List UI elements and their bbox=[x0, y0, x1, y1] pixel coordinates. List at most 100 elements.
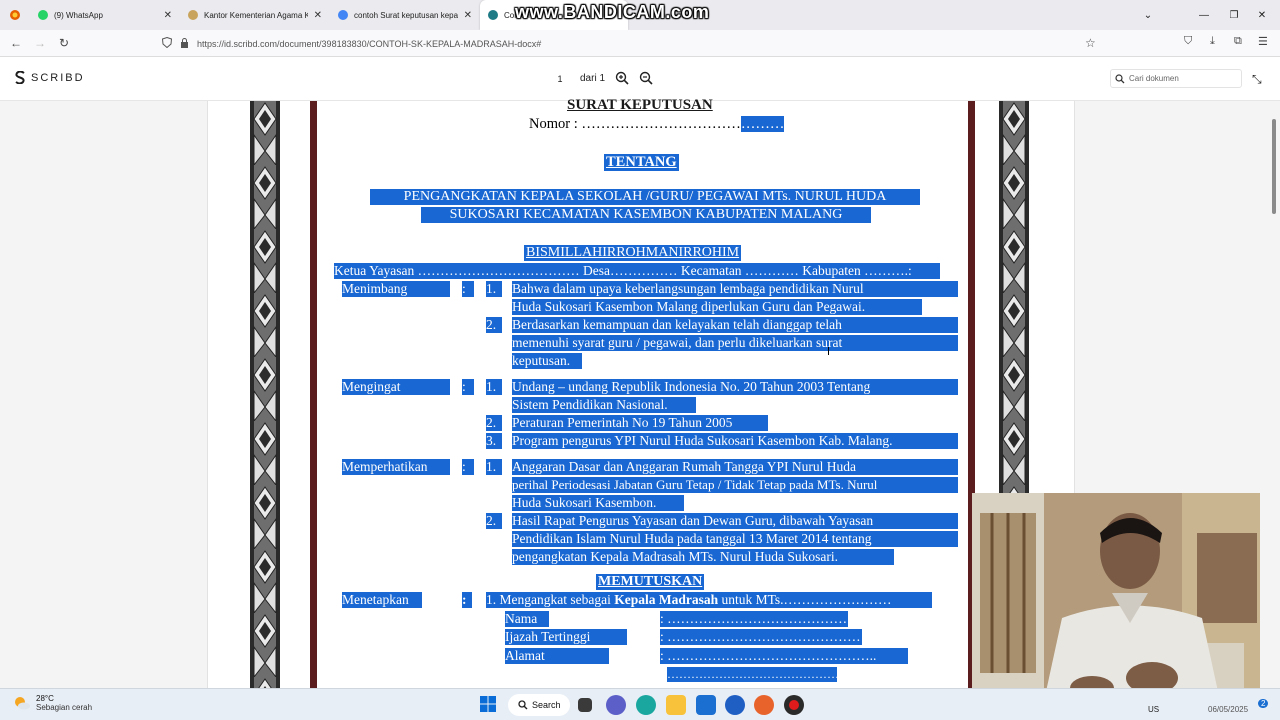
browser-tab-strip: (9) WhatsApp ✕ Kantor Kementerian Agama … bbox=[0, 0, 1280, 30]
subject-line-2: SUKOSARI KECAMATAN KASEMBON KABUPATEN MA… bbox=[421, 207, 871, 223]
nomor-label: Nomor : bbox=[529, 116, 582, 132]
taskbar-search[interactable]: Search bbox=[508, 694, 570, 716]
extensions-icon[interactable]: ⧉ bbox=[1234, 35, 1242, 48]
zoom-app-icon[interactable] bbox=[725, 695, 745, 715]
address-bar[interactable]: https://id.scribd.com/document/398183830… bbox=[150, 33, 1110, 54]
task-view-icon[interactable] bbox=[578, 698, 592, 712]
scribd-logo[interactable]: SCRIBD bbox=[15, 71, 85, 84]
memperhatikan-label: Memperhatikan bbox=[342, 459, 450, 475]
memperhatikan-colon: : bbox=[462, 459, 474, 475]
menu-icon[interactable]: ☰ bbox=[1258, 35, 1268, 48]
mengingat-1-line-1: Undang – undang Republik Indonesia No. 2… bbox=[512, 379, 958, 395]
search-icon bbox=[518, 700, 528, 710]
tab-label: Kantor Kementerian Agama Kab bbox=[204, 10, 308, 20]
tracking-protection-icon[interactable] bbox=[161, 36, 173, 50]
firefox-view-icon[interactable] bbox=[0, 0, 30, 30]
menimbang-2-line-2: memenuhi syarat guru / pegawai, dan perl… bbox=[512, 335, 958, 351]
memperhatikan-num-1: 1. bbox=[486, 459, 502, 475]
lock-icon[interactable] bbox=[180, 37, 189, 50]
tab-kemenag[interactable]: Kantor Kementerian Agama Kab ✕ bbox=[180, 0, 330, 30]
pocket-icon[interactable]: ⛉ bbox=[1184, 35, 1192, 48]
taskbar-search-label: Search bbox=[532, 700, 561, 710]
notification-badge[interactable]: 2 bbox=[1258, 699, 1269, 708]
memperhatikan-1-line-2: perihal Periodesasi Jabatan Guru Tetap /… bbox=[512, 477, 958, 493]
weather-desc: Sebagian cerah bbox=[36, 703, 93, 712]
scribd-wordmark: SCRIBD bbox=[31, 71, 85, 84]
reload-icon[interactable]: ↻ bbox=[52, 31, 76, 55]
scribd-s-icon bbox=[15, 71, 25, 84]
document-search-input[interactable]: Cari dokumen bbox=[1110, 69, 1242, 88]
memperhatikan-2-line-2: Pendidikan Islam Nurul Huda pada tanggal… bbox=[512, 531, 958, 547]
search-icon bbox=[1115, 73, 1125, 83]
mengingat-num-1: 1. bbox=[486, 379, 502, 395]
mengingat-num-3: 3. bbox=[486, 433, 502, 449]
memperhatikan-1-line-3: Huda Sukosari Kasembon. bbox=[512, 495, 684, 511]
keyboard-language[interactable]: US bbox=[1148, 705, 1159, 714]
zoom-in-icon[interactable] bbox=[615, 71, 629, 85]
menimbang-label: Menimbang bbox=[342, 281, 450, 297]
nomor-dots-selected: ……… bbox=[740, 116, 785, 132]
weather-widget[interactable]: 28°C Sebagian cerah bbox=[14, 694, 92, 712]
mail-icon[interactable] bbox=[696, 695, 716, 715]
menimbang-2-line-3: keputusan. bbox=[512, 353, 582, 369]
memperhatikan-1-line-1: Anggaran Dasar dan Anggaran Rumah Tangga… bbox=[512, 459, 958, 475]
page-number-input[interactable]: 1 bbox=[550, 69, 570, 87]
bandicam-icon[interactable] bbox=[784, 695, 804, 715]
mengingat-label: Mengingat bbox=[342, 379, 450, 395]
file-explorer-icon[interactable] bbox=[666, 695, 686, 715]
close-tab-icon[interactable]: ✕ bbox=[464, 10, 472, 21]
forward-icon[interactable]: → bbox=[28, 31, 52, 55]
field-ijazah-label: Ijazah Tertinggi bbox=[505, 629, 627, 645]
downloads-icon[interactable]: ⤓ bbox=[1210, 35, 1215, 48]
close-window-icon[interactable]: ✕ bbox=[1244, 0, 1280, 30]
edge-icon[interactable] bbox=[636, 695, 656, 715]
memutuskan-heading: MEMUTUSKAN bbox=[596, 574, 705, 590]
menimbang-2-line-1: Berdasarkan kemampuan dan kelayakan tela… bbox=[512, 317, 958, 333]
memperhatikan-2-line-1: Hasil Rapat Pengurus Yayasan dan Dewan G… bbox=[512, 513, 958, 529]
decorative-border-left bbox=[250, 101, 280, 688]
tab-whatsapp[interactable]: (9) WhatsApp ✕ bbox=[30, 0, 180, 30]
menetapkan-item-pre: 1. Mengangkat sebagai bbox=[486, 592, 615, 607]
subject-line-1: PENGANGKATAN KEPALA SEKOLAH /GURU/ PEGAW… bbox=[370, 189, 920, 205]
field-nama-value: : ……………………………………… bbox=[660, 611, 870, 627]
menetapkan-label: Menetapkan bbox=[342, 592, 422, 608]
firefox-icon[interactable] bbox=[754, 695, 774, 715]
menimbang-num-2: 2. bbox=[486, 317, 502, 333]
zoom-out-icon[interactable] bbox=[639, 71, 653, 85]
field-nama-label: Nama bbox=[505, 611, 549, 627]
temperature: 28°C bbox=[36, 694, 54, 703]
nomor-line: Nomor : …………………………………… bbox=[529, 116, 785, 133]
whatsapp-icon bbox=[38, 10, 48, 20]
kemenag-favicon-icon bbox=[188, 10, 198, 20]
scribd-favicon-icon bbox=[488, 10, 498, 20]
tab-label: (9) WhatsApp bbox=[54, 10, 103, 20]
menimbang-colon: : bbox=[462, 281, 474, 297]
close-tab-icon[interactable]: ✕ bbox=[314, 10, 322, 21]
google-icon bbox=[338, 10, 348, 20]
menetapkan-item-1: 1. Mengangkat sebagai Kepala Madrasah un… bbox=[486, 592, 932, 608]
mengingat-num-2: 2. bbox=[486, 415, 502, 431]
mengingat-2-line-1: Peraturan Pemerintah No 19 Tahun 2005 bbox=[512, 415, 768, 431]
windows-start-icon[interactable] bbox=[479, 695, 499, 715]
back-icon[interactable]: ← bbox=[4, 31, 28, 55]
webcam-overlay bbox=[972, 493, 1260, 710]
presenter-video-image bbox=[972, 493, 1260, 710]
bookmark-star-icon[interactable]: ☆ bbox=[1085, 36, 1096, 50]
recorder-watermark: www.BANDICAM.com bbox=[515, 2, 710, 22]
close-tab-icon[interactable]: ✕ bbox=[164, 10, 172, 21]
menetapkan-item-post: untuk MTs.…………………… bbox=[718, 592, 892, 607]
scrollbar-thumb[interactable] bbox=[1272, 119, 1276, 214]
menimbang-num-1: 1. bbox=[486, 281, 502, 297]
scribd-header: SCRIBD 1 dari 1 Cari dokumen ⤡ bbox=[0, 57, 1280, 101]
list-all-tabs-icon[interactable]: ⌄ bbox=[1130, 0, 1166, 30]
field-alamat-label: Alamat bbox=[505, 648, 609, 664]
teams-chat-icon[interactable] bbox=[606, 695, 626, 715]
tentang-heading: TENTANG bbox=[604, 154, 679, 171]
navigation-bar: ← → ↻ https://id.scribd.com/document/398… bbox=[0, 30, 1280, 57]
ketua-line: Ketua Yayasan ……………………………… Desa…………… Kec… bbox=[334, 263, 940, 279]
system-date[interactable]: 06/05/2025 bbox=[1208, 705, 1248, 714]
page-total-label: dari 1 bbox=[580, 72, 606, 84]
menimbang-1-line-1: Bahwa dalam upaya keberlangsungan lembag… bbox=[512, 281, 958, 297]
fullscreen-icon[interactable]: ⤡ bbox=[1252, 72, 1262, 87]
tab-google-search[interactable]: contoh Surat keputusan kepala ✕ bbox=[330, 0, 480, 30]
